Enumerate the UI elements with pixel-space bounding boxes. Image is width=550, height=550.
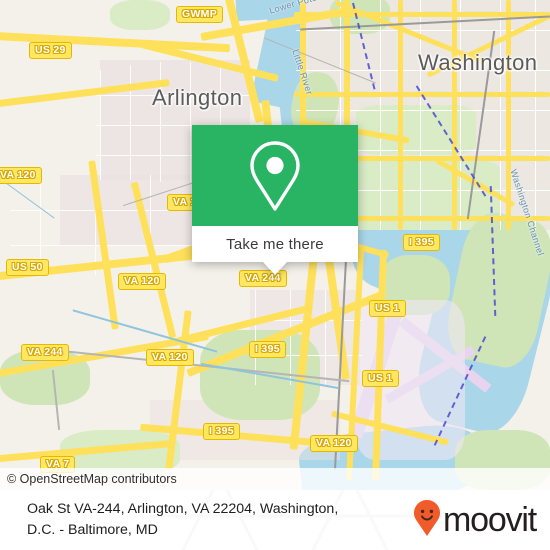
road-shield: VA 244	[21, 344, 69, 361]
road-shield: VA 120	[146, 349, 194, 366]
road-shield: US 29	[29, 42, 72, 59]
popup-pointer	[263, 262, 287, 275]
water-label: Little River	[290, 48, 315, 97]
popup-header	[192, 125, 358, 226]
road-shield: I 395	[203, 423, 240, 440]
moovit-logo[interactable]: moovit	[414, 499, 537, 541]
water-label: Lower Potomac River	[268, 0, 361, 16]
water-label: Washington Channel	[508, 168, 546, 258]
road-shield: US 1	[369, 300, 406, 317]
footer-bar: Oak St VA-244, Arlington, VA 22204, Wash…	[0, 490, 550, 550]
screenshot-root: Arlington Washington Lower Potomac River Li…	[0, 0, 550, 550]
osm-attribution-text: © OpenStreetMap contributors	[7, 472, 177, 486]
map-attribution-bar: © OpenStreetMap contributors	[0, 468, 550, 490]
road-shield: VA 120	[0, 167, 42, 184]
map-canvas[interactable]: Arlington Washington Lower Potomac River Li…	[0, 0, 550, 490]
map-pin-icon	[246, 139, 304, 213]
road-shield: GWMP	[176, 6, 224, 23]
road-shield: I 395	[249, 341, 286, 358]
place-label: Arlington	[152, 85, 243, 110]
road-shield: VA 120	[118, 273, 166, 290]
road-shield: US 50	[6, 259, 49, 276]
take-me-there-label: Take me there	[226, 235, 324, 253]
road-shield: US 1	[362, 370, 399, 387]
moovit-wordmark: moovit	[443, 500, 537, 539]
place-label: Washington	[418, 50, 538, 75]
road-shield: VA 120	[310, 435, 358, 452]
location-title: Oak St VA-244, Arlington, VA 22204, Wash…	[27, 501, 339, 538]
road-shield: I 395	[403, 234, 440, 251]
location-popup-card[interactable]: Take me there	[192, 125, 358, 275]
popup-action-row[interactable]: Take me there	[192, 226, 358, 262]
moovit-smiley-pin-icon	[414, 499, 441, 541]
